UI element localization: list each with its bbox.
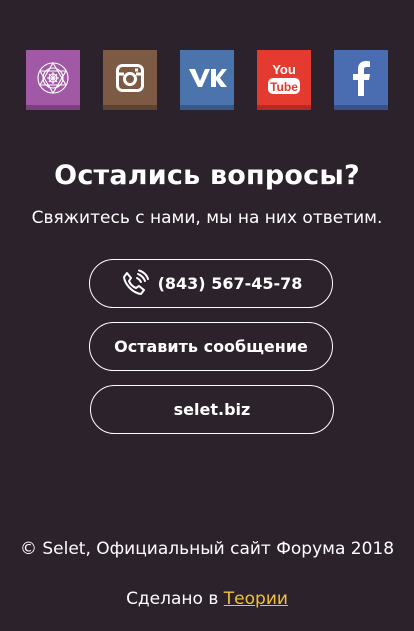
made-by: Сделано в Теории: [0, 589, 414, 609]
website-button[interactable]: selet.biz: [90, 385, 334, 434]
send-message-button[interactable]: Оставить сообщение: [89, 322, 333, 371]
vk-icon: [180, 50, 234, 105]
send-message-label: Оставить сообщение: [114, 337, 308, 356]
social-link-mandala[interactable]: [26, 50, 80, 110]
social-links: You Tube: [26, 50, 388, 110]
social-link-facebook[interactable]: [334, 50, 388, 110]
phone-button-label: (843) 567-45-78: [157, 274, 303, 293]
svg-text:You: You: [272, 62, 296, 77]
social-link-vk[interactable]: [180, 50, 234, 110]
facebook-icon: [334, 50, 388, 105]
tile-shadow: [103, 105, 157, 110]
tile-shadow: [180, 105, 234, 110]
tile-shadow: [26, 105, 80, 110]
made-by-link[interactable]: Теории: [224, 589, 288, 609]
phone-icon: [120, 269, 150, 299]
instagram-icon: [103, 50, 157, 105]
phone-button[interactable]: (843) 567-45-78: [89, 259, 333, 308]
tile-shadow: [257, 105, 311, 110]
copyright-text: © Selet, Официальный сайт Форума 2018: [19, 539, 395, 559]
contact-title: Остались вопросы?: [54, 160, 360, 191]
tile-shadow: [334, 105, 388, 110]
contact-subtitle: Свяжитесь с нами, мы на них ответим.: [31, 208, 383, 228]
website-label: selet.biz: [173, 400, 251, 419]
mandala-icon: [26, 50, 80, 105]
social-link-youtube[interactable]: You Tube: [257, 50, 311, 110]
made-by-prefix: Сделано в: [126, 589, 224, 609]
youtube-icon: You Tube: [257, 50, 311, 105]
svg-text:Tube: Tube: [270, 80, 298, 94]
social-link-instagram[interactable]: [103, 50, 157, 110]
